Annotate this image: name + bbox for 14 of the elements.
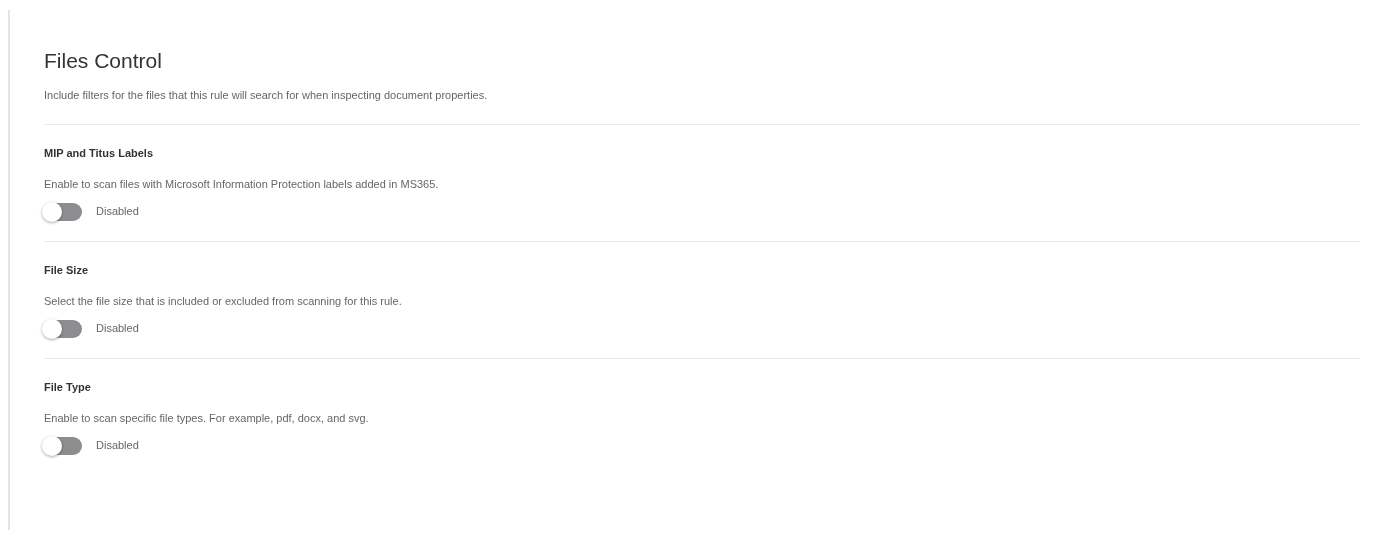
page-title: Files Control: [44, 48, 163, 74]
section-description: Select the file size that is included or excluded from scanning for this rule.: [44, 294, 403, 310]
toggle-switch[interactable]: [44, 319, 82, 338]
section-heading: File Type: [44, 379, 92, 395]
section-heading: MIP and Titus Labels: [44, 145, 154, 161]
toggle-label: Disabled: [96, 321, 139, 337]
toggle-label: Disabled: [96, 204, 139, 220]
section-description: Enable to scan files with Microsoft Information Protection labels added in MS365.: [44, 177, 440, 193]
toggle-switch[interactable]: [44, 436, 82, 455]
toggle-label: Disabled: [96, 438, 139, 454]
toggle-switch[interactable]: [44, 202, 82, 221]
page-description: Include filters for the files that this rule will search for when inspecting document properties.: [44, 88, 489, 104]
section-heading: File Size: [44, 262, 90, 278]
section-description: Enable to scan specific file types. For example, pdf, docx, and svg.: [44, 411, 370, 427]
